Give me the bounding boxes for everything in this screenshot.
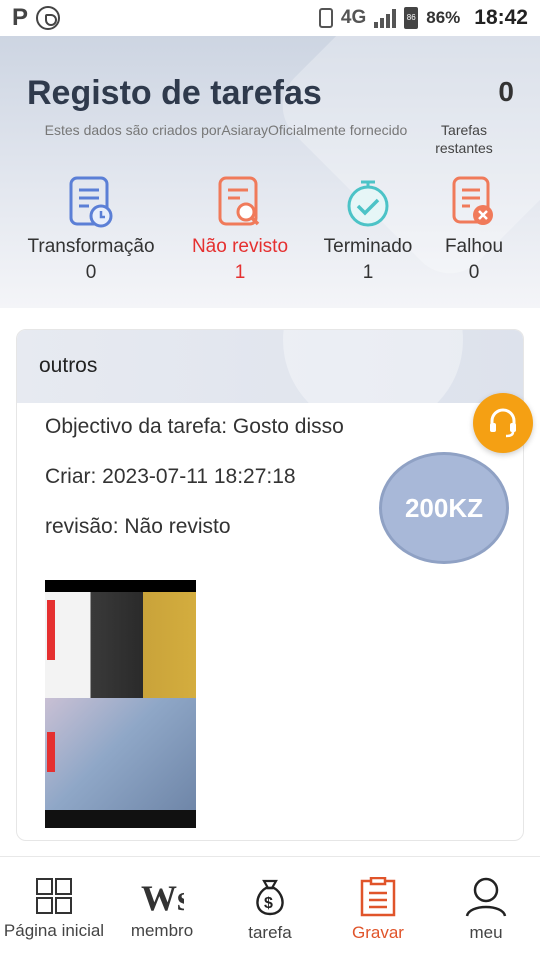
remaining-tasks-label: Tarefas restantes: [435, 122, 493, 156]
page-title: Registo de tarefas: [27, 74, 322, 112]
nav-task[interactable]: $ tarefa: [216, 857, 324, 960]
headset-icon: [490, 408, 516, 438]
document-clock-icon: [69, 176, 113, 228]
battery-percent: 86%: [426, 8, 461, 27]
document-search-icon: [218, 176, 260, 226]
task-record-header: Registo de tarefas Estes dados são criad…: [0, 36, 540, 308]
svg-text:$: $: [264, 895, 273, 912]
whatsapp-icon: [36, 6, 61, 30]
reward-badge: 200KZ: [379, 452, 509, 564]
data-source-note: Estes dados são criados porAsiarayOficia…: [44, 122, 408, 138]
signal-icon: [374, 8, 397, 28]
phone-image-bottom: [45, 698, 196, 810]
thumbnail-footer: [45, 810, 196, 828]
stat-value: 0: [468, 262, 480, 283]
status-bar: P 4G 86 86% 18:42: [0, 0, 540, 36]
like-mark: [47, 732, 55, 772]
stat-transformation[interactable]: Transformação 0: [11, 176, 171, 284]
nav-me[interactable]: meu: [432, 857, 540, 960]
youtube-logo-icon: [45, 580, 196, 592]
nav-record[interactable]: Gravar: [324, 857, 432, 960]
task-proof-screenshot[interactable]: [45, 572, 196, 828]
nav-member[interactable]: Ws membro: [108, 857, 216, 960]
grid-icon: [36, 878, 72, 914]
phone-image-top: [45, 592, 196, 698]
customer-support-button[interactable]: [473, 393, 533, 453]
stat-failed[interactable]: Falhou 0: [394, 176, 540, 284]
clipboard-icon: [360, 877, 396, 917]
stat-label: Transformação: [27, 236, 155, 257]
task-status-summary: Transformação 0 Não revisto 1 Terminado …: [0, 176, 540, 286]
nav-label: Página inicial: [3, 921, 105, 940]
vibrate-icon: [318, 8, 333, 28]
battery-icon: 86: [404, 7, 419, 29]
task-review-status: revisão: Não revisto: [45, 515, 231, 538]
nav-label: meu: [469, 923, 503, 942]
card-header: outros: [17, 330, 523, 403]
nav-label: membro: [130, 921, 194, 940]
user-icon: [465, 877, 507, 917]
task-category: outros: [39, 354, 98, 377]
svg-text:Ws: Ws: [141, 878, 184, 915]
nav-home[interactable]: Página inicial: [0, 857, 108, 960]
nav-label: Gravar: [352, 923, 404, 942]
check-circle-icon: [347, 180, 389, 227]
task-created-date: Criar: 2023-07-11 18:27:18: [45, 465, 296, 488]
stat-label: Falhou: [444, 236, 504, 257]
stat-value: 0: [85, 262, 97, 283]
remaining-tasks-count: 0: [498, 76, 514, 107]
bottom-navigation: Página inicial Ws membro $ tarefa Gravar…: [0, 856, 540, 960]
nav-label: tarefa: [248, 923, 292, 942]
parking-app-icon: P: [12, 4, 29, 31]
task-record-card[interactable]: outros Objectivo da tarefa: Gosto disso …: [16, 329, 524, 841]
task-objective: Objectivo da tarefa: Gosto disso: [45, 415, 344, 438]
subscribe-mark: [47, 600, 55, 660]
money-bag-icon: $: [256, 879, 284, 916]
document-error-icon: [452, 176, 493, 225]
network-type: 4G: [340, 7, 367, 28]
clock: 18:42: [474, 6, 528, 29]
ws-logo-icon: Ws: [141, 878, 184, 915]
